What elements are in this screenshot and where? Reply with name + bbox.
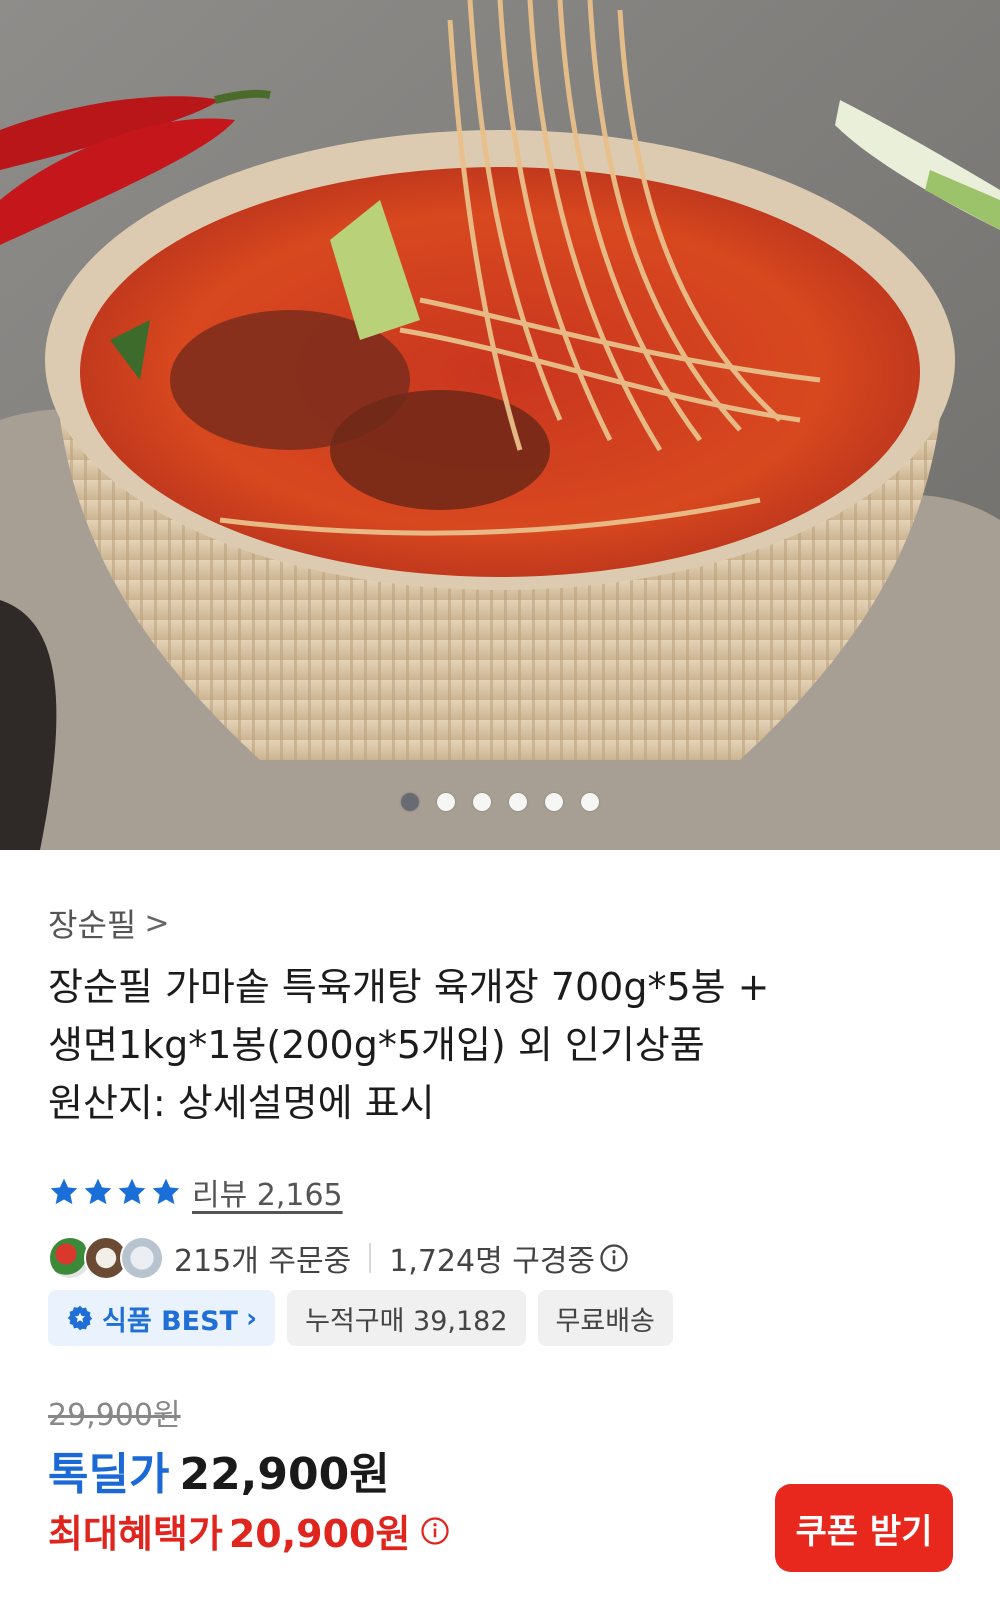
max-benefit-row: 최대혜택가 20,900원 [48, 1503, 450, 1558]
star-icon [50, 1178, 78, 1205]
carousel-dot[interactable] [401, 793, 419, 811]
carousel-dot[interactable] [509, 793, 527, 811]
deal-label: 톡딜가 [48, 1449, 170, 1500]
badge-row: 식품 BEST › 누적구매 39,182 무료배송 [48, 1290, 673, 1346]
product-photo [0, 0, 1000, 850]
browsing-count: 1,724명 구경중 [389, 1244, 596, 1279]
carousel-dot[interactable] [473, 793, 491, 811]
avatar [120, 1236, 164, 1280]
original-price: 29,900원 [48, 1398, 181, 1433]
product-image-carousel[interactable] [0, 0, 1000, 850]
rating-row: 리뷰 2,165 [48, 1170, 343, 1214]
review-count-link[interactable]: 리뷰 2,165 [192, 1170, 343, 1214]
chevron-right-icon: › [245, 1302, 258, 1334]
seller-link[interactable]: 장순필 > [48, 900, 169, 946]
buyer-avatars [48, 1236, 164, 1280]
info-icon[interactable] [599, 1243, 629, 1273]
carousel-indicator [0, 793, 1000, 811]
origin-text: 원산지: 상세설명에 표시 [48, 1081, 435, 1125]
max-benefit-price: 20,900원 [228, 1512, 411, 1556]
star-rating [48, 1176, 182, 1208]
best-seal-icon [67, 1305, 93, 1331]
deal-price-row: 톡딜가 22,900원 [48, 1438, 390, 1502]
carousel-dot[interactable] [437, 793, 455, 811]
get-coupon-button[interactable]: 쿠폰 받기 [775, 1484, 953, 1572]
free-shipping-badge: 무료배송 [537, 1290, 673, 1346]
star-icon [118, 1178, 146, 1205]
max-benefit-label: 최대혜택가 [48, 1512, 223, 1556]
activity-row: 215개 주문중 1,724명 구경중 [48, 1236, 629, 1280]
best-badge-label: 식품 BEST [102, 1305, 238, 1337]
product-title-line: 장순필 가마솥 특육개탕 육개장 700g*5봉 + [48, 965, 770, 1009]
best-badge[interactable]: 식품 BEST › [48, 1290, 276, 1346]
carousel-dot[interactable] [581, 793, 599, 811]
star-icon [152, 1178, 180, 1205]
product-title: 장순필 가마솥 특육개탕 육개장 700g*5봉 + 생면1kg*1봉(200g… [48, 958, 948, 1132]
chevron-right-icon: > [144, 905, 170, 941]
divider [369, 1243, 372, 1273]
carousel-dot[interactable] [545, 793, 563, 811]
seller-name: 장순필 [48, 906, 137, 944]
info-icon[interactable] [420, 1516, 450, 1546]
ordering-count: 215개 주문중 [174, 1244, 352, 1279]
product-title-line: 생면1kg*1봉(200g*5개입) 외 인기상품 [48, 1023, 705, 1067]
cumulative-purchase-badge: 누적구매 39,182 [287, 1290, 526, 1346]
star-icon [84, 1178, 112, 1205]
deal-price: 22,900원 [179, 1449, 390, 1500]
